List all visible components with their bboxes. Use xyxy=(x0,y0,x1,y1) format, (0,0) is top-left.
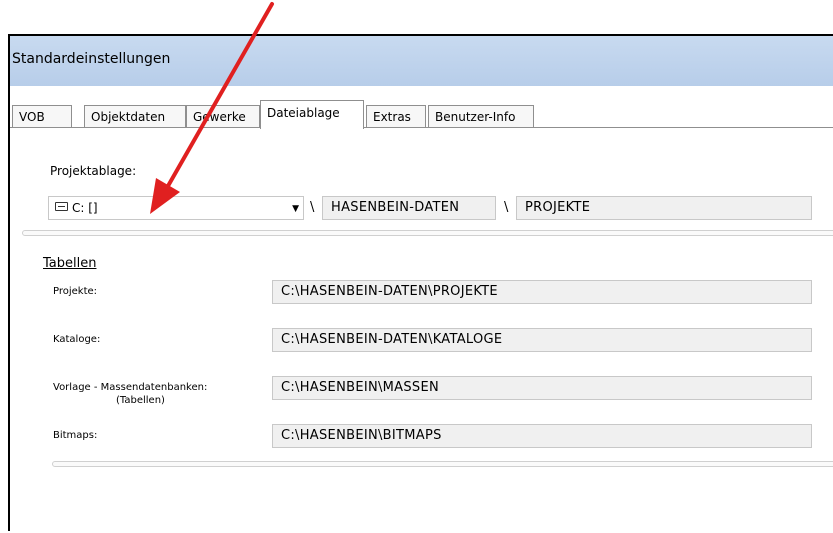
vorlage-label: Vorlage - Massendatenbanken: xyxy=(53,382,208,393)
dateiablage-panel: Projektablage: C: [] ▼ \ HASENBEIN-DATEN… xyxy=(10,128,833,533)
tab-strip: VOB Objektdaten Gewerke Dateiablage Extr… xyxy=(10,100,833,129)
kataloge-path-field[interactable]: C:\HASENBEIN-DATEN\KATALOGE xyxy=(272,328,812,352)
drive-value: C: [] xyxy=(72,201,98,215)
kataloge-label: Kataloge: xyxy=(53,334,101,345)
path-separator-1: \ xyxy=(310,200,315,215)
projekte-path-field[interactable]: C:\HASENBEIN-DATEN\PROJEKTE xyxy=(272,280,812,304)
folder2-field[interactable]: PROJEKTE xyxy=(516,196,812,220)
folder1-field[interactable]: HASENBEIN-DATEN xyxy=(322,196,496,220)
drive-select[interactable]: C: [] ▼ xyxy=(48,196,304,220)
window-title: Standardeinstellungen xyxy=(12,51,171,67)
drive-icon xyxy=(55,202,68,211)
separator-bottom xyxy=(52,461,833,467)
settings-window: Standardeinstellungen VOB Objektdaten Ge… xyxy=(8,34,833,533)
tab-benutzer-info[interactable]: Benutzer-Info xyxy=(428,105,534,127)
tabellen-group-label: Tabellen xyxy=(43,256,97,271)
tab-vob[interactable]: VOB xyxy=(12,105,72,127)
projektablage-label: Projektablage: xyxy=(50,164,137,178)
projekte-label: Projekte: xyxy=(53,286,98,297)
title-bar: Standardeinstellungen xyxy=(10,36,833,86)
tab-dateiablage[interactable]: Dateiablage xyxy=(260,100,364,129)
path-separator-2: \ xyxy=(504,200,509,215)
tab-gewerke[interactable]: Gewerke xyxy=(186,105,260,127)
vorlage-sublabel: (Tabellen) xyxy=(116,395,165,406)
bitmaps-label: Bitmaps: xyxy=(53,430,98,441)
tab-objektdaten[interactable]: Objektdaten xyxy=(84,105,186,127)
chevron-down-icon[interactable]: ▼ xyxy=(292,204,299,214)
bitmaps-path-field[interactable]: C:\HASENBEIN\BITMAPS xyxy=(272,424,812,448)
massen-path-field[interactable]: C:\HASENBEIN\MASSEN xyxy=(272,376,812,400)
separator-top xyxy=(22,230,833,236)
tab-extras[interactable]: Extras xyxy=(366,105,426,127)
